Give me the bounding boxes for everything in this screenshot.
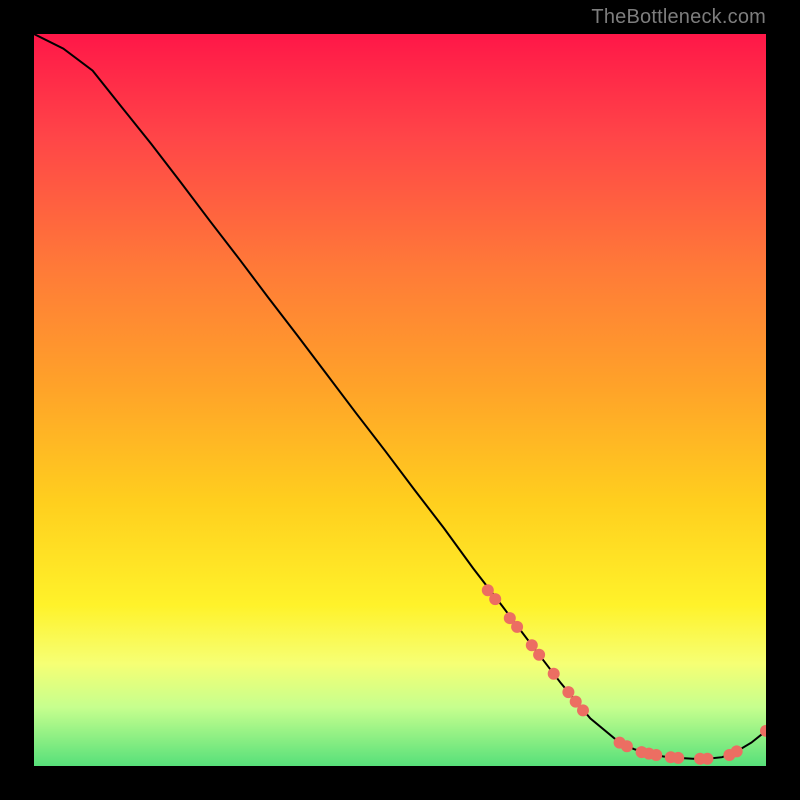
- data-marker: [621, 740, 633, 752]
- watermark-text: TheBottleneck.com: [591, 6, 766, 29]
- data-marker: [650, 749, 662, 761]
- data-marker: [731, 745, 743, 757]
- data-marker: [526, 639, 538, 651]
- chart-stage: TheBottleneck.com: [0, 0, 800, 800]
- data-marker: [533, 649, 545, 661]
- data-marker: [489, 593, 501, 605]
- data-marker: [548, 668, 560, 680]
- curve-path: [34, 34, 766, 759]
- data-marker: [562, 686, 574, 698]
- chart-svg: [34, 34, 766, 766]
- marker-layer: [482, 584, 766, 764]
- plot-area: [34, 34, 766, 766]
- data-marker: [672, 752, 684, 764]
- data-marker: [511, 621, 523, 633]
- data-marker: [577, 704, 589, 716]
- data-marker: [701, 753, 713, 765]
